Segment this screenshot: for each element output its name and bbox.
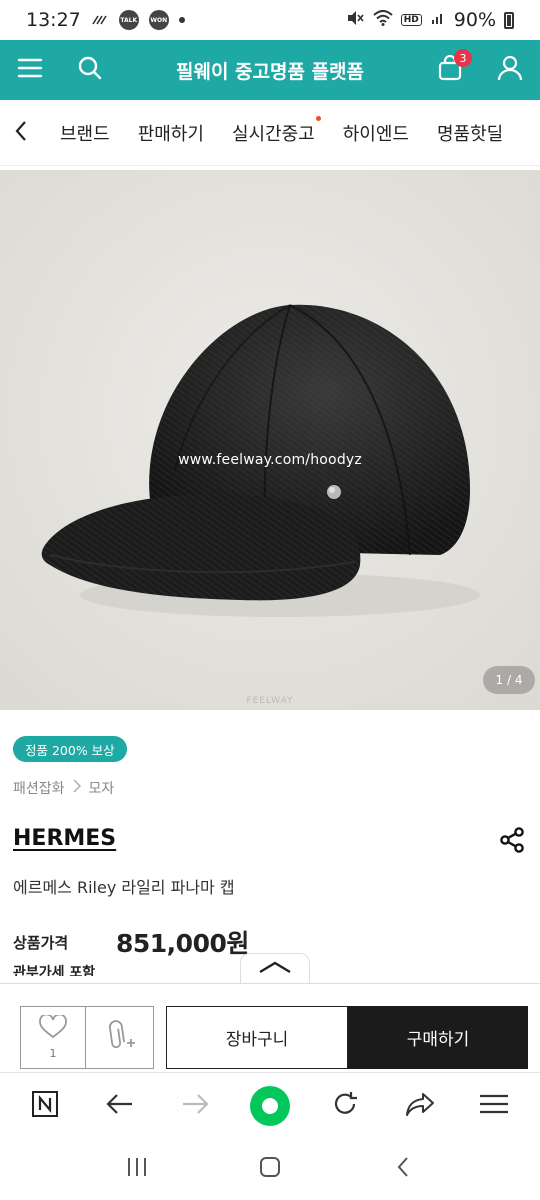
image-watermark: www.feelway.com/hoodyz xyxy=(178,452,362,468)
category-sell[interactable]: 판매하기 xyxy=(138,120,204,146)
cart-button[interactable]: 3 xyxy=(420,40,480,100)
browser-back-button[interactable] xyxy=(92,1078,148,1134)
category-nav: 브랜드 판매하기 실시간중고 하이엔드 명품핫딜 xyxy=(0,100,540,166)
signal-boost-icon xyxy=(91,9,109,31)
hd-voice-icon: HD xyxy=(400,14,422,26)
add-to-cart-button[interactable]: 장바구니 xyxy=(166,1006,348,1069)
green-dot-button[interactable] xyxy=(242,1078,298,1134)
chevron-left-icon xyxy=(14,120,28,146)
image-counter: 1 / 4 xyxy=(483,666,535,694)
brand-link[interactable]: HERMES xyxy=(13,826,116,851)
breadcrumb-hats[interactable]: 모자 xyxy=(89,778,115,798)
category-high-end[interactable]: 하이엔드 xyxy=(343,120,409,146)
forward-share-arrow-icon xyxy=(405,1091,435,1121)
authenticity-badge: 정품 200% 보상 xyxy=(13,736,127,762)
battery-percentage: 90% xyxy=(453,9,496,31)
browser-share-button[interactable] xyxy=(392,1078,448,1134)
paperclip-add-icon xyxy=(103,1019,137,1057)
category-luxury-deal[interactable]: 명품핫딜 xyxy=(437,120,503,146)
arrow-right-icon xyxy=(181,1093,209,1119)
share-icon xyxy=(498,826,526,858)
won-notification-icon: WON xyxy=(148,10,169,30)
category-back-button[interactable] xyxy=(0,100,42,165)
expand-toggle-button[interactable] xyxy=(240,953,310,983)
buy-now-button[interactable]: 구매하기 xyxy=(348,1006,528,1069)
price-value: 851,000원 xyxy=(116,929,249,958)
chevron-right-icon xyxy=(73,779,81,797)
category-brand[interactable]: 브랜드 xyxy=(60,120,110,146)
android-nav-bar xyxy=(0,1138,540,1200)
share-button[interactable] xyxy=(496,826,528,858)
status-time: 13:27 xyxy=(26,9,81,31)
new-dot-icon xyxy=(315,115,321,121)
breadcrumb-fashion-goods[interactable]: 패션잡화 xyxy=(13,778,65,798)
chevron-left-icon xyxy=(396,1156,410,1182)
green-dot-icon xyxy=(249,1085,290,1126)
cell-signal-icon xyxy=(430,9,446,31)
product-image[interactable]: www.feelway.com/hoodyz FEELWAY 1 / 4 xyxy=(0,170,540,710)
hamburger-menu-icon xyxy=(17,57,43,83)
search-icon xyxy=(77,55,103,85)
scrap-button[interactable] xyxy=(86,1006,154,1069)
cart-count-badge: 3 xyxy=(454,49,472,67)
product-name: 에르메스 Riley 라일리 파나마 캡 xyxy=(13,878,235,897)
naver-home-button[interactable] xyxy=(17,1078,73,1134)
reload-button[interactable] xyxy=(317,1078,373,1134)
cap-photo xyxy=(0,170,540,710)
like-button[interactable]: 1 xyxy=(20,1006,86,1069)
chevron-up-icon xyxy=(258,959,292,978)
user-icon xyxy=(497,55,523,85)
recent-apps-icon xyxy=(126,1157,148,1181)
mute-icon xyxy=(345,9,365,32)
breadcrumb: 패션잡화 모자 xyxy=(13,778,114,798)
like-count: 1 xyxy=(49,1047,57,1060)
kakaotalk-notification-icon: TALK xyxy=(118,10,139,30)
reload-icon xyxy=(331,1090,359,1122)
recent-apps-button[interactable] xyxy=(107,1144,167,1194)
app-header: 필웨이 중고명품 플랫폼 3 xyxy=(0,40,540,100)
purchase-bar: 1 장바구니 구매하기 xyxy=(0,983,540,1071)
my-page-button[interactable] xyxy=(480,40,540,100)
hamburger-menu-icon xyxy=(479,1094,509,1118)
home-square-icon xyxy=(259,1156,281,1182)
android-back-button[interactable] xyxy=(373,1144,433,1194)
category-realtime-used-label: 실시간중고 xyxy=(231,123,315,145)
feelway-logo-mark: FEELWAY xyxy=(246,696,294,706)
android-home-button[interactable] xyxy=(240,1144,300,1194)
more-notifications-dot-icon xyxy=(178,17,185,23)
status-bar: 13:27 TALK WON HD 90% xyxy=(0,0,540,40)
tax-note: 관부가세 포함 xyxy=(13,965,96,976)
browser-toolbar xyxy=(0,1072,540,1138)
price-label: 상품가격 xyxy=(13,934,69,952)
wifi-icon xyxy=(373,9,393,31)
category-realtime-used[interactable]: 실시간중고 xyxy=(231,115,321,146)
arrow-left-icon xyxy=(106,1093,134,1119)
menu-button[interactable] xyxy=(0,40,60,100)
heart-icon xyxy=(39,1013,67,1043)
page: 13:27 TALK WON HD 90% 필웨이 중고명품 플랫폼 3 브랜드… xyxy=(0,0,540,1200)
browser-forward-button[interactable] xyxy=(167,1078,223,1134)
battery-icon xyxy=(504,11,514,29)
browser-menu-button[interactable] xyxy=(466,1078,522,1134)
naver-n-icon xyxy=(32,1090,59,1121)
search-button[interactable] xyxy=(60,40,120,100)
